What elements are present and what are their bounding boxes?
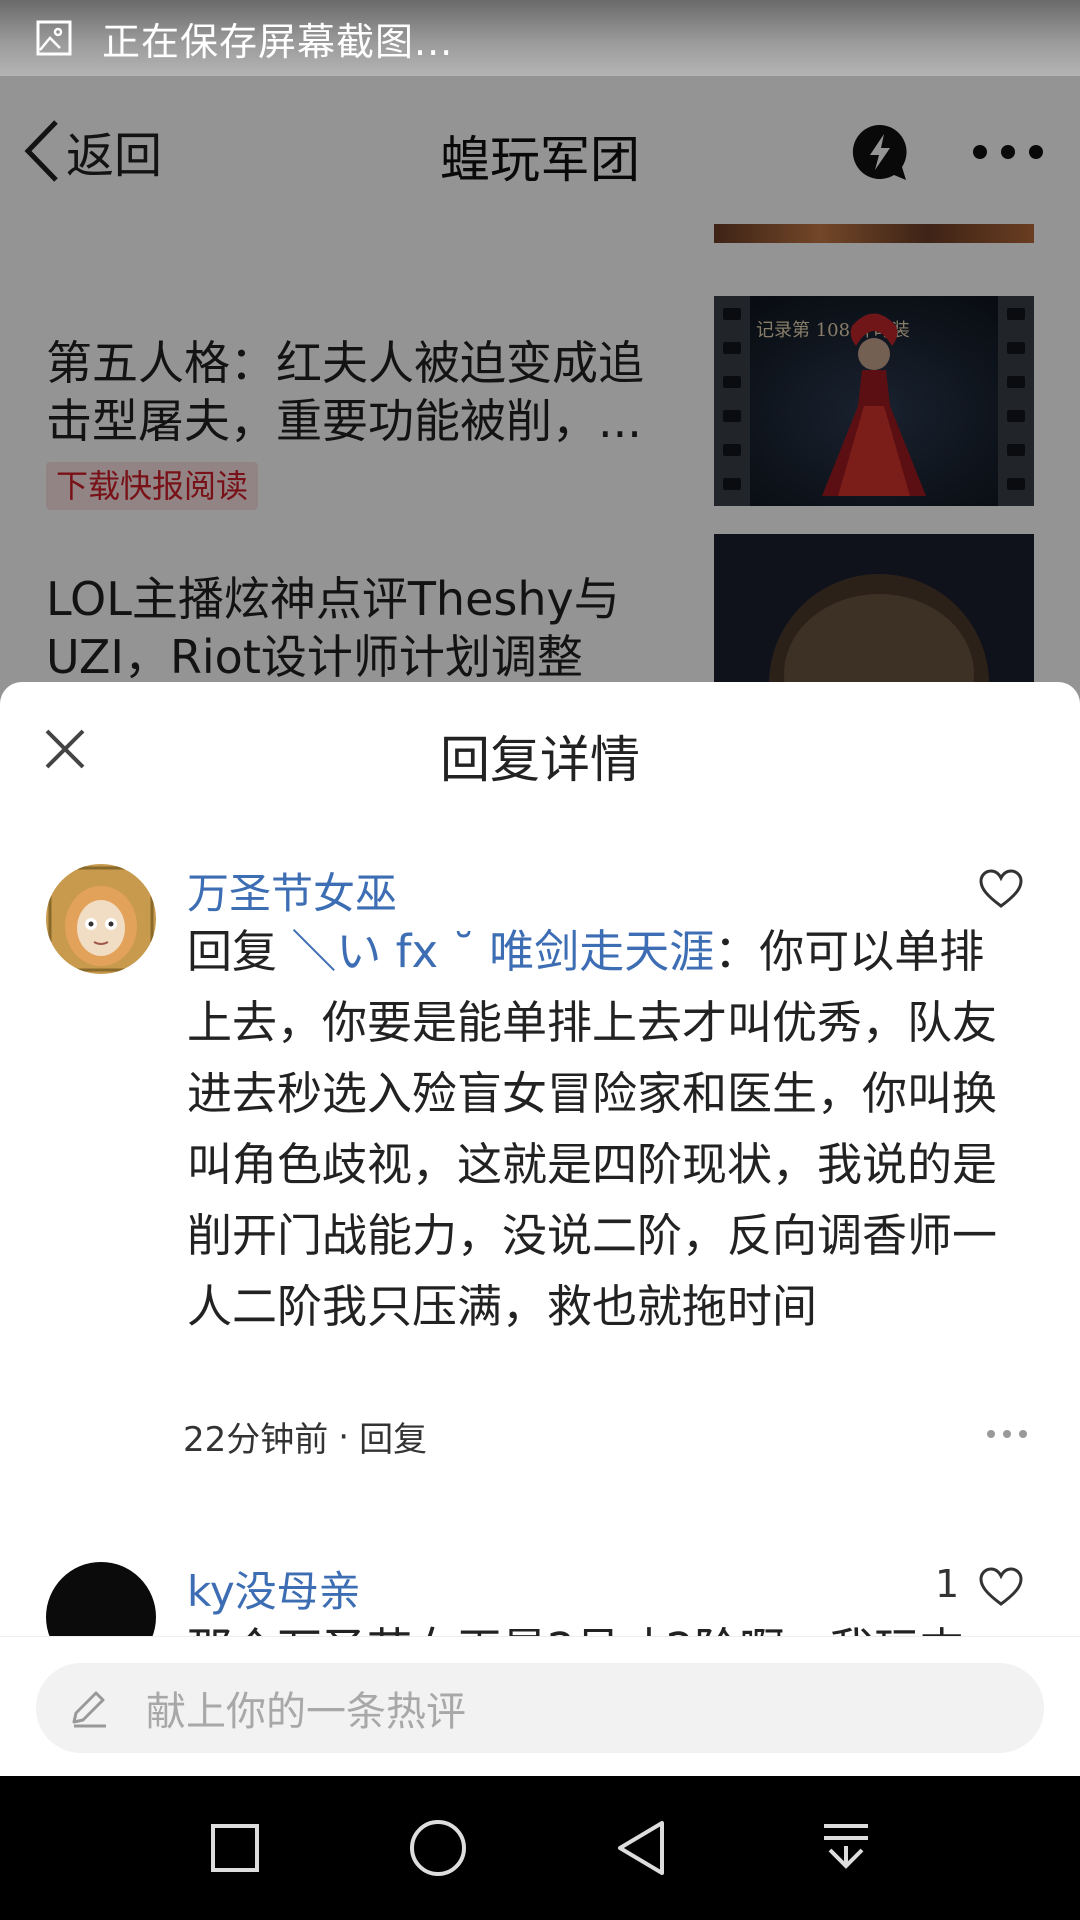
square-icon[interactable] xyxy=(205,1818,265,1878)
reply-link[interactable]: 回复 xyxy=(359,1412,427,1461)
comment-time: 22分钟前 xyxy=(183,1420,329,1460)
more-icon[interactable] xyxy=(985,1428,1029,1440)
composer-placeholder: 献上你的一条热评 xyxy=(146,1689,466,1735)
heart-icon[interactable] xyxy=(978,1566,1024,1608)
like-count: 1 xyxy=(935,1562,960,1606)
screenshot-toast: 正在保存屏幕截图... xyxy=(0,0,1080,76)
meta-separator: · xyxy=(338,1416,350,1457)
reply-detail-sheet: 回复详情 万圣节女巫 回复 ＼い fx ˘ 唯剑走天涯：你可以单排上去，你要是能… xyxy=(0,682,1080,1776)
reply-to-user[interactable]: ＼い fx ˘ 唯剑走天涯 xyxy=(291,925,714,978)
comment-username[interactable]: 万圣节女巫 xyxy=(187,860,397,921)
comment-body: 回复 ＼い fx ˘ 唯剑走天涯：你可以单排上去，你要是能单排上去才叫优秀，队友… xyxy=(187,916,1017,1342)
download-arrow-icon[interactable] xyxy=(816,1818,876,1878)
triangle-back-icon[interactable] xyxy=(612,1818,672,1878)
comment-username[interactable]: ky没母亲 xyxy=(187,1558,361,1619)
avatar[interactable] xyxy=(46,864,156,974)
reply-prefix: 回复 xyxy=(187,925,278,978)
comment-composer: 献上你的一条热评 xyxy=(0,1636,1080,1776)
comment-input[interactable]: 献上你的一条热评 xyxy=(36,1663,1044,1753)
toast-text: 正在保存屏幕截图... xyxy=(102,19,454,64)
sheet-title: 回复详情 xyxy=(440,731,640,789)
heart-icon[interactable] xyxy=(978,868,1024,910)
comment-text: ：你可以单排上去，你要是能单排上去才叫优秀，队友进去秒选入殓盲女冒险家和医生，你… xyxy=(187,925,998,1333)
system-nav-bar xyxy=(0,1776,1080,1920)
pencil-icon xyxy=(72,1691,106,1728)
image-icon xyxy=(36,20,72,56)
comment-meta: 22分钟前 · 回复 xyxy=(183,1412,427,1461)
circle-icon[interactable] xyxy=(408,1818,468,1878)
